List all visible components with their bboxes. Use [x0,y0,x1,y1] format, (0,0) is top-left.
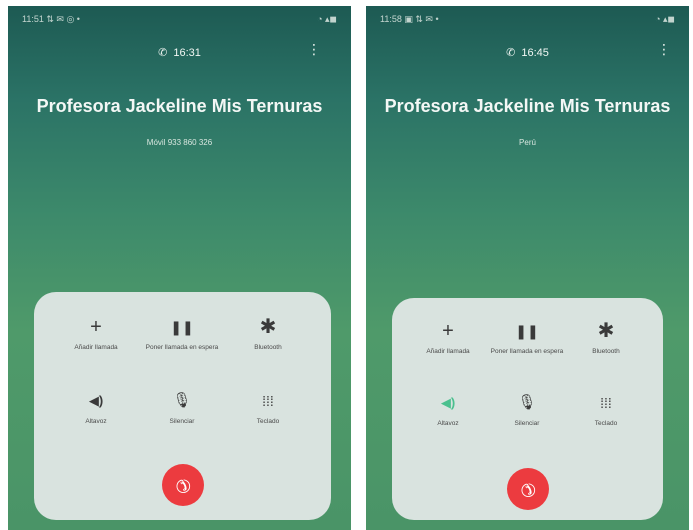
plus-icon: + [442,320,454,342]
pause-icon: ❚❚ [515,323,539,339]
mic-off-icon: 🎙 [517,394,537,411]
status-time: 11:58 ▣ ⇅ ✉ • [380,14,439,24]
hold-call-button[interactable]: ❚❚ Poner llamada en espera [142,314,222,352]
keypad-button[interactable]: ⁞⁞⁞ Teclado [228,388,308,426]
bluetooth-button[interactable]: ✱ Bluetooth [228,314,308,352]
call-controls-panel: + Añadir llamada ❚❚ Poner llamada en esp… [34,292,331,520]
hang-up-icon: ✆ [515,476,541,502]
hold-call-button[interactable]: ❚❚ Poner llamada en espera [487,318,567,356]
signal-battery-icon: ◔ ▴◼ [655,14,675,24]
more-options-icon[interactable]: ⋮ [307,42,321,56]
status-bar: 11:51 ⇅ ✉ ◎ • ◔ ▴◼ [22,14,337,28]
speaker-button-active[interactable]: ◀) Altavoz [408,390,488,428]
end-call-button[interactable]: ✆ [161,464,204,506]
speaker-icon: ◀) [88,393,104,408]
call-timer: ✆ 16:31 [158,47,201,59]
more-options-icon[interactable]: ⋮ [657,42,671,56]
contact-number: Móvil 933 860 326 [146,138,213,147]
pause-icon: ❚❚ [170,319,194,335]
call-timer: ✆ 16:45 [506,47,549,59]
mute-button[interactable]: 🎙 Silenciar [487,390,567,428]
hang-up-icon: ✆ [170,472,196,498]
speaker-icon: ◀) [440,395,456,410]
mute-button[interactable]: 🎙 Silenciar [142,388,222,426]
add-call-button[interactable]: + Añadir llamada [56,314,136,352]
speaker-button[interactable]: ◀) Altavoz [56,388,136,426]
phone-icon: ✆ [158,47,168,59]
add-call-button[interactable]: + Añadir llamada [408,318,488,356]
end-call-button[interactable]: ✆ [506,468,549,510]
keypad-icon: ⁞⁞⁞ [262,393,274,409]
keypad-icon: ⁞⁞⁞ [600,395,612,411]
call-controls-panel: + Añadir llamada ❚❚ Poner llamada en esp… [392,298,663,520]
phone-icon: ✆ [506,47,516,59]
bluetooth-button[interactable]: ✱ Bluetooth [566,318,646,356]
bluetooth-icon: ✱ [597,320,615,342]
status-bar: 11:58 ▣ ⇅ ✉ • ◔ ▴◼ [380,14,675,28]
call-screen-1: 11:51 ⇅ ✉ ◎ • ◔ ▴◼ ✆ 16:31 ⋮ Profesora Ja… [8,6,351,530]
status-time: 11:51 ⇅ ✉ ◎ • [22,14,80,24]
contact-name: Profesora Jackeline Mis Ternuras [36,96,323,116]
contact-location: Perú [519,138,536,147]
signal-battery-icon: ◔ ▴◼ [317,14,337,24]
call-screen-2: 11:58 ▣ ⇅ ✉ • ◔ ▴◼ ✆ 16:45 ⋮ Profesora Ja… [366,6,689,530]
contact-name: Profesora Jackeline Mis Ternuras [384,96,671,116]
bluetooth-icon: ✱ [259,316,277,338]
mic-off-icon: 🎙 [172,392,192,409]
keypad-button[interactable]: ⁞⁞⁞ Teclado [566,390,646,428]
plus-icon: + [90,316,102,338]
